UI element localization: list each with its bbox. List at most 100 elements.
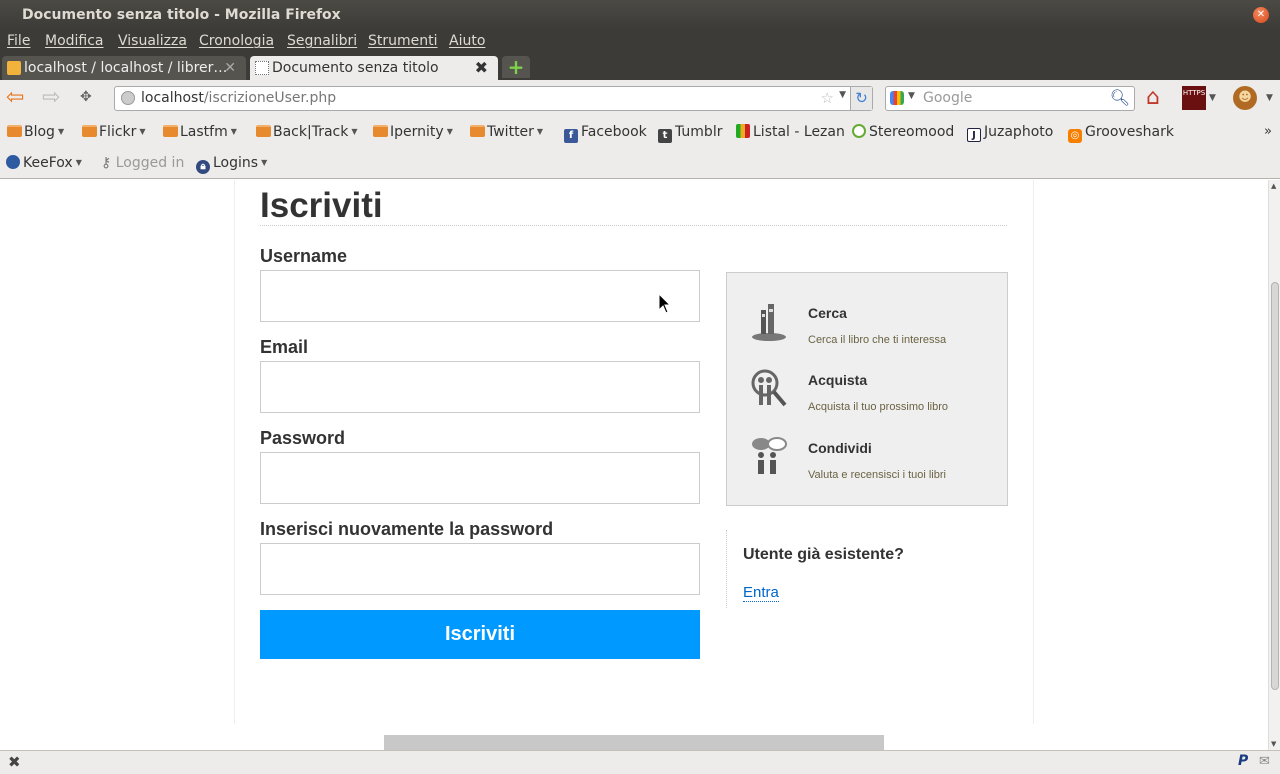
tab-label: Documento senza titolo [272, 60, 439, 76]
bookmark-tumblr[interactable]: t Tumblr [658, 124, 722, 143]
listal-icon [736, 124, 750, 138]
folder-icon [373, 125, 388, 137]
close-tab-icon[interactable]: ✖ [475, 56, 488, 80]
https-dropdown-icon[interactable]: ▼ [1209, 93, 1216, 103]
folder-icon [470, 125, 485, 137]
password-repeat-label: Inserisci nuovamente la password [260, 519, 554, 539]
blank-page-icon [255, 61, 269, 75]
keefox-button[interactable]: KeeFox ▼ [6, 155, 82, 171]
history-icon[interactable]: ✥ [80, 89, 92, 105]
vertical-scrollbar[interactable]: ▲ ▼ [1268, 180, 1280, 750]
title-divider [260, 225, 1007, 226]
bookmark-star-icon[interactable]: ☆ [821, 89, 834, 107]
menu-file[interactable]: File [7, 33, 30, 49]
grooveshark-icon: ◎ [1068, 129, 1082, 143]
bookmark-facebook[interactable]: f Facebook [564, 124, 647, 143]
feature-acquista: Acquista Acquista il tuo prossimo libro [727, 367, 1007, 427]
menu-modifica[interactable]: Modifica [45, 33, 104, 49]
addon-p-icon[interactable]: P [1238, 753, 1248, 769]
bookmark-juzaphoto[interactable]: J Juzaphoto [967, 124, 1053, 142]
existing-user-box: Utente già esistente? Entra [726, 530, 1008, 608]
window-title: Documento senza titolo - Mozilla Firefox [22, 7, 341, 23]
feature-desc: Acquista il tuo prossimo libro [808, 401, 949, 413]
feature-desc: Valuta e recensisci i tuoi libri [808, 469, 946, 481]
magnifier-people-icon [751, 369, 787, 407]
search-input[interactable]: Google [923, 90, 972, 106]
folder-icon [256, 125, 271, 137]
bookmark-stereomood[interactable]: Stereomood [852, 124, 954, 140]
greasemonkey-dropdown-icon[interactable]: ▼ [1266, 93, 1273, 103]
key-icon: ⚷ [101, 155, 112, 171]
menu-cronologia[interactable]: Cronologia [199, 33, 274, 49]
forward-arrow-icon[interactable]: ⇨ [42, 87, 60, 109]
greasemonkey-icon[interactable]: ☻ [1233, 86, 1257, 110]
scroll-up-icon[interactable]: ▲ [1271, 182, 1276, 190]
stereomood-icon [852, 124, 866, 138]
books-icon [752, 304, 786, 341]
search-engine-dropdown-icon[interactable]: ▼ [908, 91, 915, 101]
reload-icon[interactable]: ↻ [850, 87, 872, 110]
page-viewport: Iscriviti Username Email Password Inseri… [0, 180, 1268, 750]
status-bar: ✖ P ✉ [0, 750, 1280, 774]
home-icon[interactable]: ⌂ [1146, 85, 1160, 110]
url-text[interactable]: localhost/iscrizioneUser.php [141, 90, 336, 106]
tumblr-icon: t [658, 129, 672, 143]
menu-strumenti[interactable]: Strumenti [368, 33, 438, 49]
bookmark-folder-flickr[interactable]: Flickr ▼ [82, 124, 146, 140]
iscriviti-button[interactable]: Iscriviti [260, 610, 700, 659]
facebook-icon: f [564, 129, 578, 143]
password-label: Password [260, 428, 346, 448]
bookmark-grooveshark[interactable]: ◎ Grooveshark [1068, 124, 1174, 143]
menu-visualizza[interactable]: Visualizza [118, 33, 187, 49]
bookmark-folder-lastfm[interactable]: Lastfm ▼ [163, 124, 237, 140]
feature-desc: Cerca il libro che ti interessa [808, 334, 947, 346]
bookmark-listal[interactable]: Listal - Lezan [736, 124, 845, 140]
bookmark-folder-ipernity[interactable]: Ipernity ▼ [373, 124, 453, 140]
features-panel: Cerca Cerca il libro che ti interessa Ac… [726, 272, 1008, 506]
bookmark-folder-backtrack[interactable]: Back|Track ▼ [256, 124, 358, 140]
bookmark-folder-twitter[interactable]: Twitter ▼ [470, 124, 543, 140]
password-input[interactable] [260, 452, 700, 504]
tab-phpmyadmin[interactable]: localhost / localhost / librer… ✕ [2, 56, 246, 80]
bookmarks-overflow-icon[interactable]: » [1264, 124, 1272, 139]
close-tab-icon[interactable]: ✕ [224, 56, 236, 80]
tab-documento[interactable]: Documento senza titolo ✖ [250, 56, 498, 80]
url-dropdown-icon[interactable]: ▼ [839, 90, 846, 100]
mail-icon[interactable]: ✉ [1259, 754, 1270, 769]
entra-link[interactable]: Entra [743, 584, 779, 602]
vertical-scroll-thumb[interactable] [1271, 282, 1279, 690]
speech-people-icon [752, 437, 787, 474]
keefox-logins-button[interactable]: 🔒︎ Logins ▼ [196, 155, 267, 174]
back-arrow-icon[interactable]: ⇦ [6, 87, 24, 109]
navigation-bar: ⇦ ⇨ ✥ localhost/iscrizioneUser.php ☆ ▼ ↻… [0, 80, 1280, 118]
new-tab-button[interactable]: + [502, 56, 530, 78]
menu-segnalibri[interactable]: Segnalibri [287, 33, 357, 49]
phpmyadmin-icon [7, 61, 21, 75]
menu-aiuto[interactable]: Aiuto [449, 33, 485, 49]
password-repeat-input[interactable] [260, 543, 700, 595]
url-bar[interactable]: localhost/iscrizioneUser.php ☆ ▼ ↻ [114, 86, 873, 111]
username-input[interactable] [260, 270, 700, 322]
tab-bar: localhost / localhost / librer… ✕ Docume… [0, 54, 1280, 80]
existing-user-title: Utente già esistente? [743, 546, 904, 563]
keefox-toolbar: KeeFox ▼ ⚷ Logged in 🔒︎ Logins ▼ [0, 148, 1280, 179]
site-identity-icon[interactable] [121, 91, 135, 105]
folder-icon [163, 125, 178, 137]
close-window-button[interactable]: ✕ [1253, 7, 1269, 23]
search-bar[interactable]: ▼ Google 🔍︎ [885, 86, 1135, 111]
search-icon[interactable]: 🔍︎ [1110, 88, 1130, 107]
email-input[interactable] [260, 361, 700, 413]
folder-icon [7, 125, 22, 137]
scroll-down-icon[interactable]: ▼ [1271, 740, 1276, 748]
google-icon[interactable] [890, 91, 904, 105]
close-addon-bar-icon[interactable]: ✖ [8, 753, 21, 771]
feature-condividi: Condividi Valuta e recensisci i tuoi lib… [727, 435, 1007, 495]
feature-title: Condividi [808, 440, 872, 456]
keefox-logged-in[interactable]: ⚷ Logged in [101, 155, 184, 171]
bookmark-folder-blog[interactable]: Blog ▼ [7, 124, 64, 140]
folder-icon [82, 125, 97, 137]
horizontal-scroll-thumb[interactable] [384, 735, 884, 750]
page-title: Iscriviti [260, 186, 383, 225]
https-everywhere-icon[interactable]: HTTPS [1182, 86, 1206, 110]
window-titlebar: Documento senza titolo - Mozilla Firefox… [0, 0, 1280, 30]
